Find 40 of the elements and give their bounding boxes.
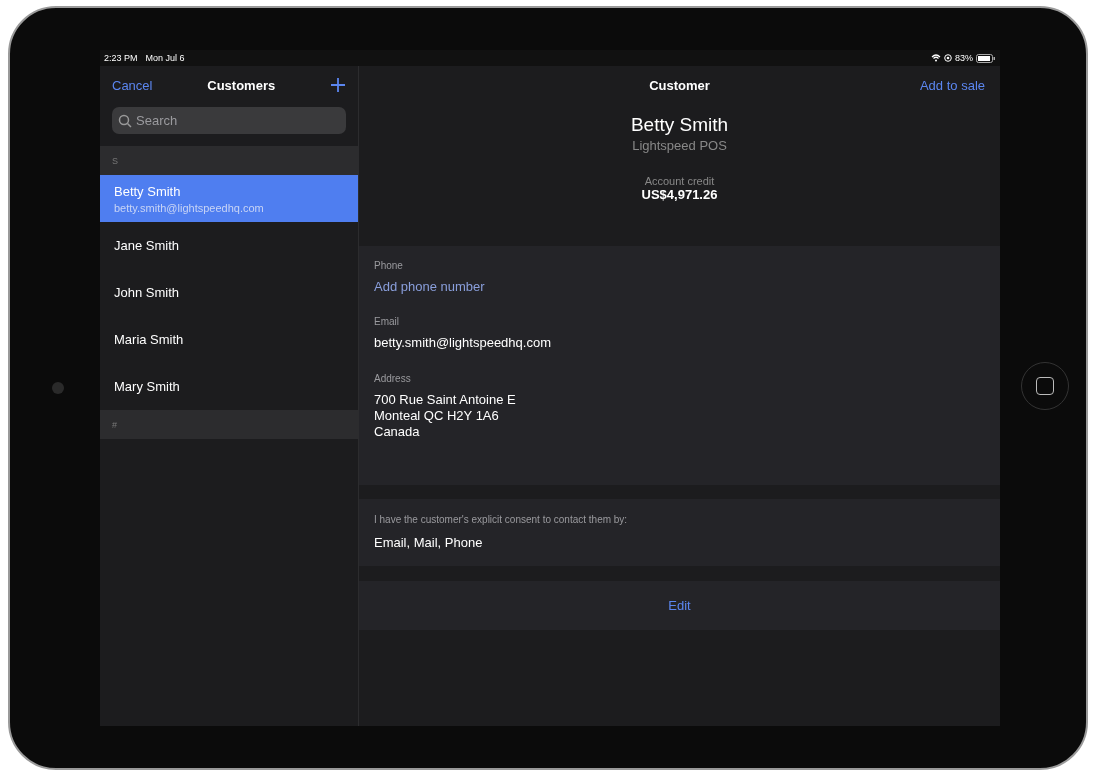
customer-name: Mary Smith: [114, 379, 181, 394]
section-header: #: [100, 410, 358, 439]
customer-name: Betty Smith: [630, 114, 729, 136]
edit-button[interactable]: Edit: [359, 581, 1000, 630]
battery-icon: [976, 53, 996, 63]
customer-row[interactable]: Betty Smith betty.smith@lightspeedhq.com: [100, 175, 358, 222]
section-header: S: [100, 146, 358, 175]
customer-row[interactable]: Maria Smith: [100, 316, 358, 363]
customer-name: Jane Smith: [114, 238, 181, 253]
add-icon[interactable]: [330, 77, 346, 93]
customer-name: John Smith: [114, 285, 181, 300]
customer-row[interactable]: Mary Smith: [100, 363, 358, 410]
field-label: Address: [374, 373, 411, 384]
wifi-icon: [931, 54, 941, 62]
customer-row[interactable]: John Smith: [100, 269, 358, 316]
company-name: Lightspeed POS: [632, 138, 727, 153]
customer-name: Maria Smith: [114, 332, 185, 347]
field-value: betty.smith@lightspeedhq.com: [374, 335, 551, 351]
field-label: Email: [374, 316, 399, 327]
search-icon: [118, 114, 132, 128]
customer-name: Betty Smith: [114, 183, 182, 199]
status-date: Mon Jul 6: [145, 53, 185, 63]
status-time: 2:23 PM: [104, 53, 138, 63]
consent-label: I have the customer's explicit consent to contact them by:: [374, 514, 629, 525]
battery-percent: 83%: [955, 53, 973, 63]
detail-title: Customer: [649, 77, 710, 93]
credit-value: US$4,971.26: [641, 187, 718, 202]
camera-icon: [52, 382, 64, 394]
field-value: 700 Rue Saint Antoine E Monteal QC H2Y 1A6 Canada: [374, 392, 516, 440]
cancel-button[interactable]: Cancel: [112, 77, 153, 93]
credit-label: Account credit: [644, 175, 715, 187]
sidebar-title: Customers: [207, 77, 276, 93]
add-to-sale-button[interactable]: Add to sale: [905, 77, 985, 93]
customer-row[interactable]: Jane Smith: [100, 222, 358, 269]
lock-rotation-icon: [944, 54, 952, 62]
consent-value: Email, Mail, Phone: [374, 535, 484, 551]
field-label: Phone: [374, 260, 403, 271]
search-field[interactable]: Search: [112, 107, 346, 134]
add-phone-link[interactable]: Add phone number: [374, 279, 485, 294]
customer-email: betty.smith@lightspeedhq.com: [114, 201, 265, 214]
